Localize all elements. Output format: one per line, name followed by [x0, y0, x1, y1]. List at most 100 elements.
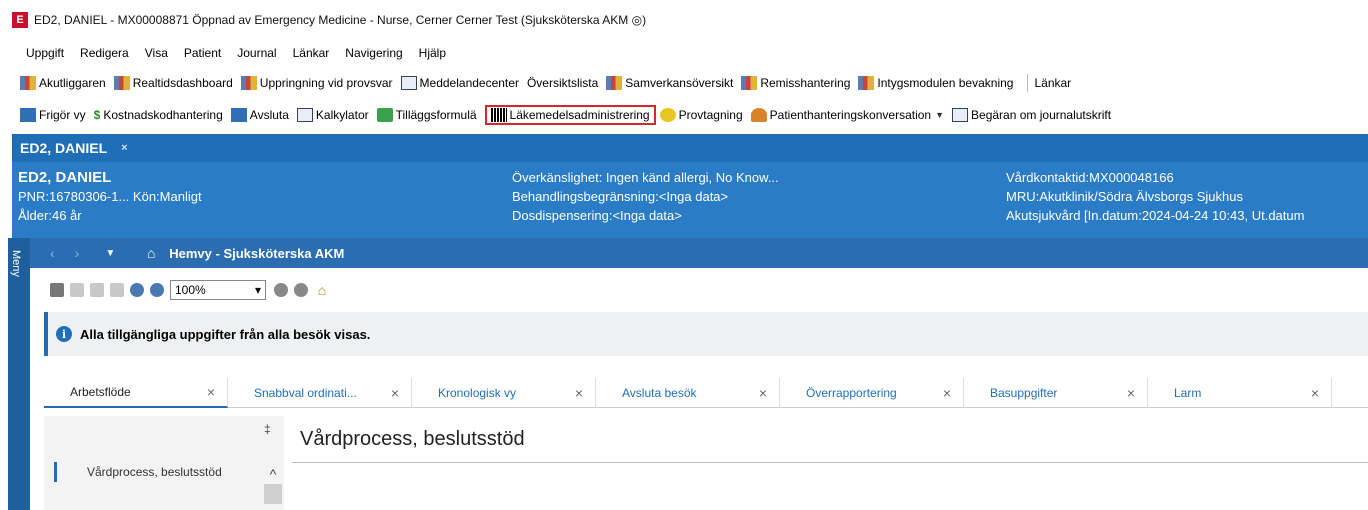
close-icon[interactable]: ×	[1311, 385, 1319, 401]
close-icon[interactable]: ×	[121, 142, 127, 154]
toolbar-intygsmodulen[interactable]: Intygsmodulen bevakning	[858, 76, 1013, 90]
record-icon[interactable]	[294, 283, 308, 297]
binoculars-icon[interactable]	[50, 283, 64, 297]
toolbar-separator	[1027, 74, 1029, 92]
menu-patient[interactable]: Patient	[184, 46, 221, 60]
grid-icon	[606, 76, 623, 90]
info-bar: i Alla tillgängliga uppgifter från alla …	[44, 312, 1368, 356]
section-divider	[292, 462, 1368, 463]
form-icon	[376, 108, 393, 122]
back-icon[interactable]: ‹	[50, 245, 55, 261]
menu-lankar[interactable]: Länkar	[293, 46, 330, 60]
window-title: ED2, DANIEL - MX00008871 Öppnad av Emerg…	[34, 13, 647, 27]
patient-tab[interactable]: ED2, DANIEL ×	[12, 134, 136, 162]
mru-info: MRU:Akutklinik/Södra Älvsborgs Sjukhus	[1006, 189, 1243, 204]
contact-id: Vårdkontaktid:MX000048166	[1006, 170, 1174, 185]
tab-overrapportering[interactable]: Överrapportering ×	[780, 378, 964, 408]
zoom-in-icon[interactable]	[130, 283, 144, 297]
patient-pnr: PNR:16780306-1...	[18, 189, 130, 204]
barcode-icon	[490, 108, 507, 122]
grid-icon	[240, 76, 257, 90]
toolbar-patienthanteringskonversation[interactable]: Patienthanteringskonversation ▼	[750, 108, 945, 122]
close-icon[interactable]: ×	[943, 385, 951, 401]
toolbar-oversiktslista[interactable]: Översiktslista	[527, 76, 598, 90]
tab-avsluta-besok[interactable]: Avsluta besök ×	[596, 378, 780, 408]
toolbar-kostnadskodhantering[interactable]: $ Kostnadskodhantering	[94, 108, 223, 122]
toolbar-primary: Akutliggaren Realtidsdashboard Uppringni…	[0, 68, 1368, 98]
app-logo-icon: E	[12, 12, 28, 28]
toolbar-remisshantering[interactable]: Remisshantering	[741, 76, 850, 90]
menu-journal[interactable]: Journal	[237, 46, 276, 60]
toolbar-provtagning[interactable]: Provtagning	[659, 108, 743, 122]
toolbar-tillaggsformular[interactable]: Tilläggsformulä	[376, 108, 477, 122]
forward-icon[interactable]: ›	[75, 245, 80, 261]
patient-age: Ålder:46 år	[18, 208, 82, 223]
document-icon	[952, 108, 969, 122]
close-icon[interactable]: ×	[759, 385, 767, 401]
home-icon[interactable]: ⌂	[143, 245, 159, 261]
page-icon[interactable]	[110, 283, 124, 297]
message-icon	[400, 76, 417, 90]
menu-navigering[interactable]: Navigering	[345, 46, 402, 60]
view-title: Hemvy - Sjuksköterska AKM	[169, 245, 345, 261]
toolbar-lakemedelsadministrering[interactable]: Läkemedelsadministrering	[484, 105, 656, 125]
release-view-icon	[20, 108, 36, 122]
tab-larm[interactable]: Larm ×	[1148, 378, 1332, 408]
close-icon[interactable]: ×	[1127, 385, 1135, 401]
chevron-down-icon[interactable]: ▼	[105, 248, 115, 259]
menu-hjalp[interactable]: Hjälp	[419, 46, 446, 60]
zoom-out-icon[interactable]	[150, 283, 164, 297]
home-icon[interactable]: ⌂	[314, 282, 330, 298]
workflow-tabs: Arbetsflöde × Snabbval ordinati... × Krono…	[44, 378, 1368, 408]
toolbar-secondary: Frigör vy $ Kostnadskodhantering Avsluta …	[0, 100, 1368, 130]
toolbar-lankar[interactable]: Länkar	[1034, 76, 1071, 90]
window-title-bar: E ED2, DANIEL - MX00008871 Öppnad av Eme…	[0, 0, 1368, 40]
zoom-select[interactable]: 100% ▾	[170, 280, 266, 300]
tab-kronologisk-vy[interactable]: Kronologisk vy ×	[412, 378, 596, 408]
allergy-info[interactable]: Överkänslighet: Ingen känd allergi, No K…	[512, 168, 779, 187]
close-icon[interactable]: ×	[207, 384, 215, 400]
info-icon: i	[56, 326, 72, 342]
close-icon[interactable]: ×	[391, 385, 399, 401]
print-preview-icon[interactable]	[90, 283, 104, 297]
treatment-limit: Behandlingsbegränsning:<Inga data>	[512, 189, 729, 204]
specimen-icon	[659, 108, 676, 122]
tab-snabbval[interactable]: Snabbval ordinati... ×	[228, 378, 412, 408]
grid-icon	[113, 76, 130, 90]
toolbar-kalkylator[interactable]: Kalkylator	[296, 108, 369, 122]
person-icon	[750, 108, 767, 122]
toolbar-uppringning[interactable]: Uppringning vid provsvar	[240, 76, 393, 90]
patient-tab-strip: ED2, DANIEL ×	[12, 134, 1368, 162]
toolbar-samverkansoversikt[interactable]: Samverkansöversikt	[606, 76, 733, 90]
toolbar-frigor-vy[interactable]: Frigör vy	[20, 108, 86, 122]
side-scrollbar[interactable]: ^	[264, 466, 282, 510]
pin-icon[interactable]: ‡	[264, 422, 271, 436]
workflow-side-panel: ‡ Vårdprocess, beslutsstöd ^	[44, 416, 284, 510]
toolbar-akutliggaren[interactable]: Akutliggaren	[20, 76, 106, 90]
scroll-up-icon[interactable]: ^	[264, 466, 282, 482]
toolbar-begaran-journalutskrift[interactable]: Begäran om journalutskrift	[952, 108, 1111, 122]
exit-icon	[230, 108, 247, 122]
tab-arbetsflode[interactable]: Arbetsflöde ×	[44, 378, 228, 408]
calculator-icon	[296, 108, 313, 122]
side-menu-toggle[interactable]: Meny	[8, 238, 30, 510]
print-icon[interactable]	[70, 283, 84, 297]
toolbar-meddelandecenter[interactable]: Meddelandecenter	[400, 76, 519, 90]
record-icon[interactable]	[274, 283, 288, 297]
tab-basuppgifter[interactable]: Basuppgifter ×	[964, 378, 1148, 408]
side-item-vardprocess[interactable]: Vårdprocess, beslutsstöd	[54, 462, 254, 482]
toolbar-avsluta[interactable]: Avsluta	[230, 108, 289, 122]
menu-visa[interactable]: Visa	[145, 46, 168, 60]
scroll-thumb[interactable]	[264, 484, 282, 504]
meny-label: Meny	[10, 250, 22, 277]
close-icon[interactable]: ×	[575, 385, 583, 401]
money-icon: $	[93, 108, 101, 122]
chevron-down-icon: ▾	[254, 283, 261, 297]
chevron-down-icon: ▼	[935, 110, 945, 120]
view-toolbar: 100% ▾ ⌂	[50, 276, 330, 304]
menu-uppgift[interactable]: Uppgift	[26, 46, 64, 60]
menu-redigera[interactable]: Redigera	[80, 46, 129, 60]
dose-dispensing: Dosdispensering:<Inga data>	[512, 208, 682, 223]
patient-name: ED2, DANIEL	[18, 169, 112, 186]
toolbar-realtidsdashboard[interactable]: Realtidsdashboard	[113, 76, 233, 90]
